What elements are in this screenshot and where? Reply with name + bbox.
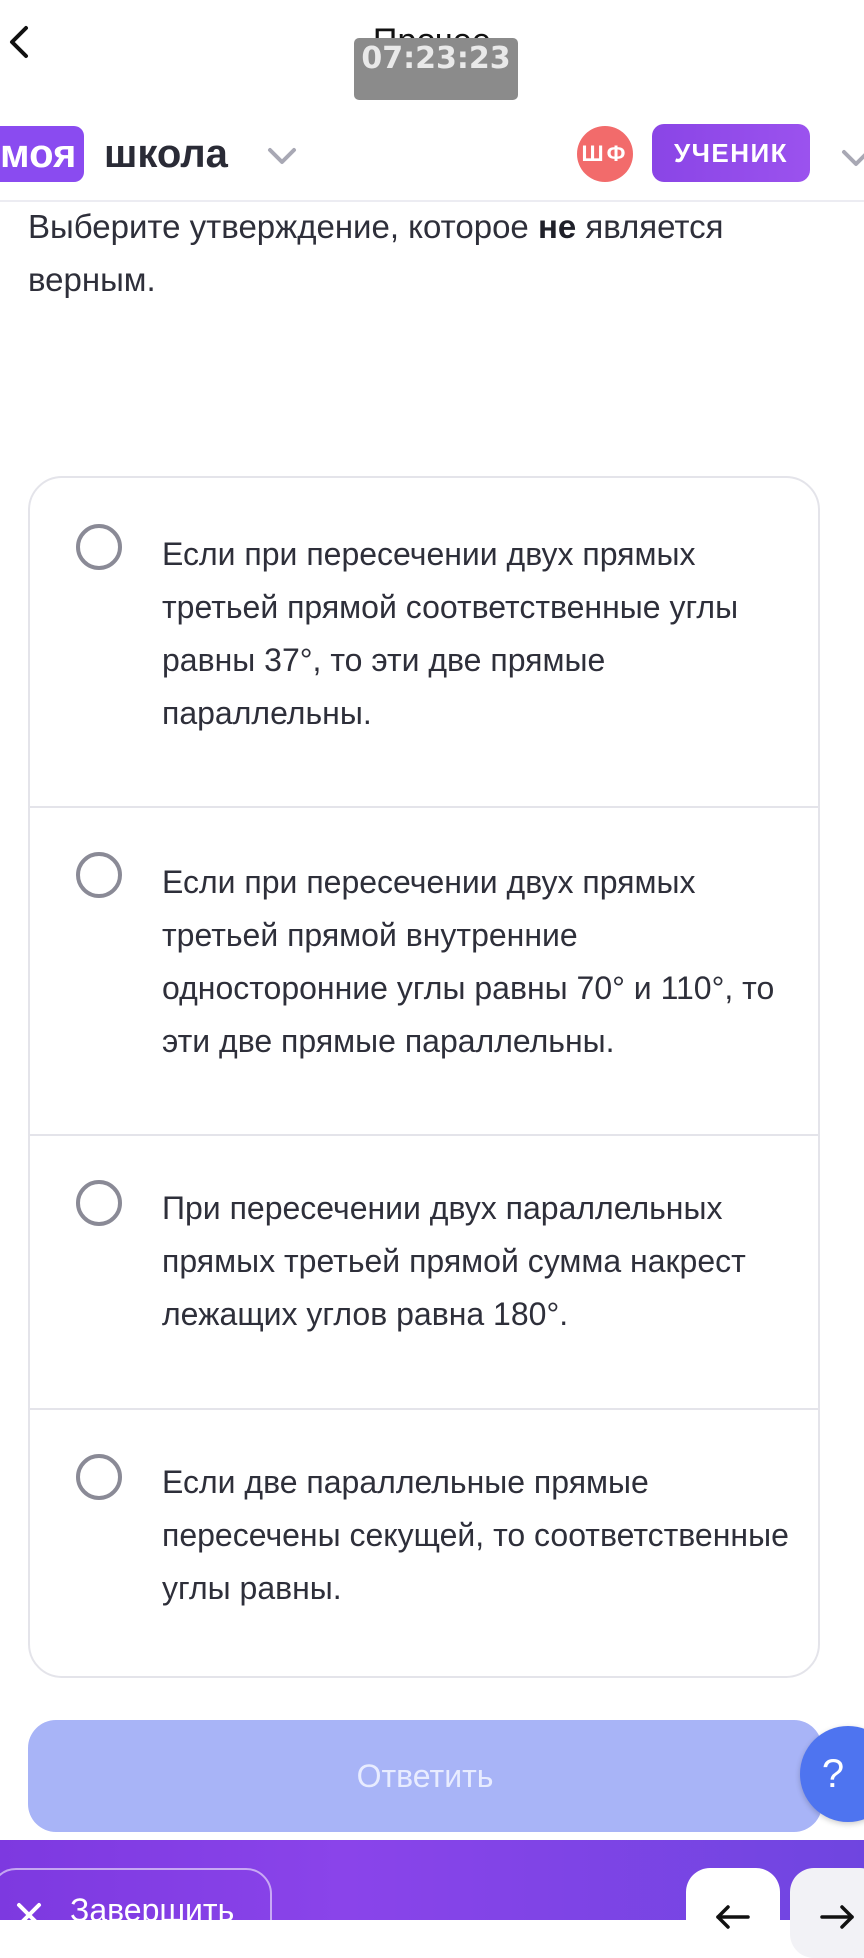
question-text: Выберите утверждение, которое не являетс… [28, 200, 808, 306]
radio-button-3[interactable] [76, 1180, 122, 1226]
answer-options: Если при пересечении двух прямых третьей… [28, 476, 820, 1678]
radio-button-2[interactable] [76, 852, 122, 898]
arrow-left-icon [716, 1905, 750, 1929]
answer-button[interactable]: Ответить [28, 1720, 822, 1832]
option-text-2: Если при пересечении двух прямых третьей… [162, 864, 775, 1059]
finish-label: Завершить [70, 1892, 235, 1928]
option-3[interactable]: При пересечении двух параллельных прямых… [30, 1134, 818, 1408]
role-chevron-down-icon[interactable] [840, 146, 864, 170]
role-button[interactable]: УЧЕНИК [652, 124, 810, 182]
app-header: моя школа ШФ УЧЕНИК [0, 110, 864, 202]
timer-value: 07:23:23 [361, 41, 511, 76]
user-avatar[interactable]: ШФ [577, 126, 633, 182]
timer-badge: 07:23:23 [354, 38, 518, 100]
option-text-4: Если две параллельные прямые пересечены … [162, 1464, 789, 1606]
question-text-emphasis: не [537, 208, 577, 245]
radio-button-4[interactable] [76, 1454, 122, 1500]
next-question-button[interactable] [790, 1868, 864, 1958]
arrow-right-icon [820, 1905, 854, 1929]
question-text-before: Выберите утверждение, которое [28, 208, 538, 245]
option-4[interactable]: Если две параллельные прямые пересечены … [30, 1408, 818, 1676]
option-text-1: Если при пересечении двух прямых третьей… [162, 536, 739, 731]
close-icon [17, 1903, 41, 1927]
radio-button-1[interactable] [76, 524, 122, 570]
top-bar: Прочее 07:23:23 [0, 0, 864, 100]
option-2[interactable]: Если при пересечении двух прямых третьей… [30, 806, 818, 1134]
previous-question-button[interactable] [686, 1868, 780, 1958]
option-1[interactable]: Если при пересечении двух прямых третьей… [30, 478, 818, 806]
logo-text[interactable]: школа [104, 126, 228, 182]
bottom-bar: Завершить [0, 1840, 864, 1958]
option-text-3: При пересечении двух параллельных прямых… [162, 1190, 746, 1332]
logo-badge[interactable]: моя [0, 126, 85, 182]
finish-button[interactable]: Завершить [0, 1868, 272, 1958]
chevron-down-icon[interactable] [266, 144, 298, 168]
